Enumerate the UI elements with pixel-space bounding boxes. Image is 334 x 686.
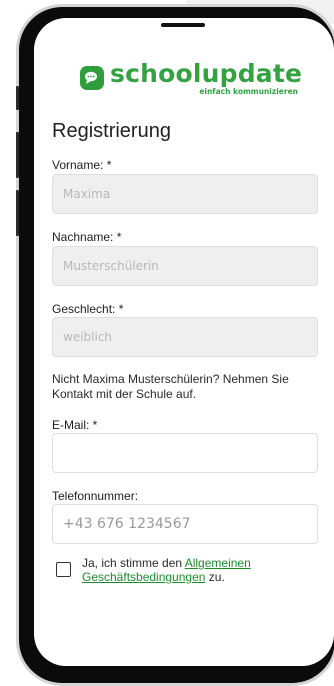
phone-side-button	[16, 86, 19, 110]
phone-number-field[interactable]: +43 676 1234567	[52, 504, 318, 544]
phone-screen: schoolupdate einfach kommunizieren Regis…	[34, 18, 334, 666]
page-title: Registrierung	[52, 120, 171, 142]
terms-consent-text: Ja, ich stimme den Allgemeinen Geschäfts…	[82, 556, 302, 584]
terms-suffix: zu.	[205, 570, 225, 584]
phone-label: Telefonnummer:	[52, 489, 139, 503]
phone-side-button	[16, 132, 19, 178]
contact-school-notice: Nicht Maxima Musterschülerin? Nehmen Sie…	[52, 372, 289, 401]
first-name-field: Maxima	[52, 174, 318, 214]
terms-checkbox[interactable]	[56, 562, 71, 577]
first-name-label: Vorname: *	[52, 158, 112, 172]
email-label: E-Mail: *	[52, 418, 98, 432]
last-name-field: Musterschülerin	[52, 246, 318, 286]
speaker-notch	[161, 23, 205, 27]
email-field[interactable]	[52, 433, 318, 473]
gender-field: weiblich	[52, 317, 318, 357]
terms-prefix: Ja, ich stimme den	[82, 556, 185, 570]
gender-label: Geschlecht: *	[52, 302, 124, 316]
brand-logo: schoolupdate einfach kommunizieren	[80, 58, 303, 102]
brand-name: schoolupdate	[110, 59, 303, 88]
phone-side-button	[16, 190, 19, 236]
chat-bubble-icon	[80, 66, 104, 90]
last-name-label: Nachname: *	[52, 230, 122, 244]
brand-tagline: einfach kommunizieren	[199, 87, 298, 96]
